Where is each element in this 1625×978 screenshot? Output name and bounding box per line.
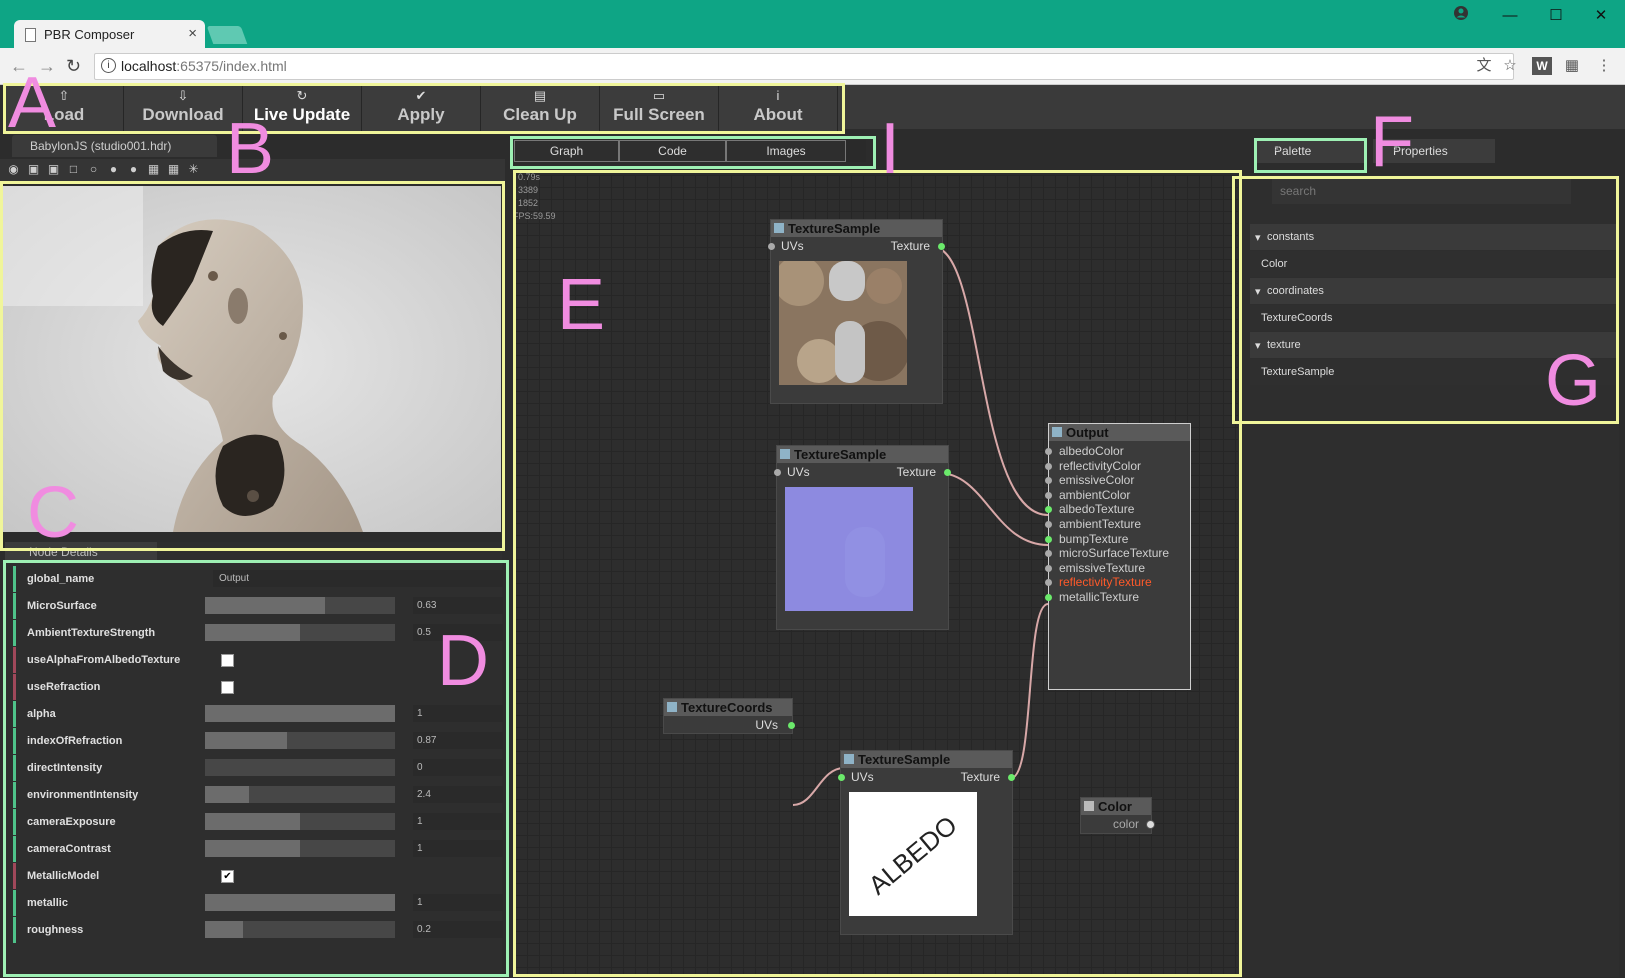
tab-title: PBR Composer bbox=[44, 27, 135, 42]
minimize-icon[interactable]: — bbox=[1495, 6, 1525, 26]
reload-icon[interactable]: ↻ bbox=[66, 56, 81, 77]
grid-icon[interactable]: ▦ bbox=[147, 163, 160, 176]
spinner-icon[interactable]: ✳ bbox=[187, 163, 200, 176]
window-close-icon[interactable]: ✕ bbox=[1586, 6, 1616, 26]
maximize-icon[interactable]: ☐ bbox=[1541, 6, 1571, 26]
bookmark-star-icon[interactable]: ☆ bbox=[1500, 55, 1520, 77]
new-tab-button[interactable] bbox=[206, 26, 248, 44]
url-path: /index.html bbox=[219, 58, 287, 74]
annotation-box-a bbox=[3, 83, 845, 134]
url-host: localhost bbox=[121, 58, 177, 74]
person-icon[interactable]: ● bbox=[107, 163, 120, 176]
translate-icon[interactable]: 文 bbox=[1474, 55, 1494, 77]
extension-w-icon[interactable]: W bbox=[1532, 57, 1552, 75]
label-c: C bbox=[27, 473, 79, 553]
box-icon[interactable]: ▣ bbox=[47, 163, 60, 176]
page-icon bbox=[25, 28, 36, 42]
annotation-box-d bbox=[3, 560, 509, 977]
circle-icon[interactable]: ○ bbox=[87, 163, 100, 176]
label-g: G bbox=[1545, 341, 1602, 421]
account-icon[interactable] bbox=[1446, 5, 1476, 25]
extension-film-icon[interactable]: ▦ bbox=[1562, 55, 1582, 77]
info-icon[interactable]: i bbox=[101, 58, 116, 73]
cube-icon[interactable]: ▣ bbox=[27, 163, 40, 176]
label-i: I bbox=[880, 109, 901, 189]
url-field[interactable]: i localhost:65375/index.html bbox=[94, 53, 1514, 80]
annotation-box-f bbox=[1254, 138, 1367, 173]
label-a: A bbox=[8, 63, 57, 143]
browser-tab[interactable]: PBR Composer × bbox=[14, 20, 205, 50]
menu-icon[interactable]: ⋮ bbox=[1594, 55, 1614, 77]
label-b: B bbox=[226, 109, 275, 189]
annotation-box-i bbox=[510, 136, 876, 169]
address-bar: ← → ↻ i localhost:65375/index.html bbox=[0, 48, 1625, 85]
tab-close-icon[interactable]: × bbox=[188, 25, 197, 42]
sphere-icon[interactable]: ◉ bbox=[7, 163, 20, 176]
image-icon[interactable]: ▦ bbox=[167, 163, 180, 176]
annotation-box-e bbox=[513, 170, 1242, 977]
label-f: F bbox=[1370, 102, 1414, 182]
top-right-bar bbox=[842, 85, 1625, 129]
person-bust-icon[interactable]: ● bbox=[127, 163, 140, 176]
label-e: E bbox=[557, 265, 606, 345]
url-port: :65375 bbox=[176, 58, 220, 74]
square-icon[interactable]: □ bbox=[67, 163, 80, 176]
label-d: D bbox=[437, 621, 489, 701]
